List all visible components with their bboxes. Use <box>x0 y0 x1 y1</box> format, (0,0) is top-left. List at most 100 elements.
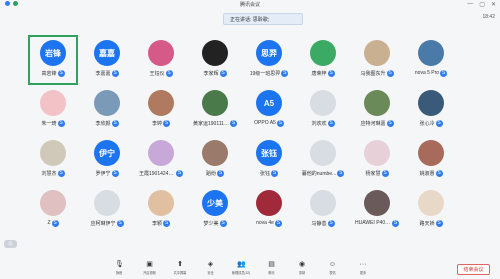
participant-tile[interactable]: 张钰张钰 S <box>247 138 291 182</box>
participant-tile[interactable]: 刘欢欢 S <box>301 88 345 132</box>
muted-mic-badge-icon: S <box>217 169 224 177</box>
avatar: 伊宁 <box>94 140 120 166</box>
muted-mic-badge-icon: S <box>435 169 443 177</box>
toolbar-item-chat[interactable]: ▤ 聊天 <box>261 261 283 275</box>
participant-tile[interactable]: 嘉嘉 李嘉嘉 S <box>85 38 129 82</box>
toolbar-label: 管理成员(32) <box>231 271 251 275</box>
close-button[interactable]: ✕ <box>491 1 496 8</box>
participant-name: 王钰仪 <box>149 70 165 77</box>
participant-name: 张心冷 <box>419 120 435 127</box>
participant-tile[interactable]: 李颖 S <box>139 188 183 232</box>
participant-tile[interactable]: 伊宁罗伊宁 S <box>85 138 129 182</box>
participant-tile[interactable]: 黄家运1901114... S <box>193 88 237 132</box>
toolbar-item-mic[interactable]: 🎙 静音 <box>108 261 130 275</box>
participant-tile[interactable]: 路天娇 S <box>409 188 453 232</box>
muted-mic-badge-icon: S <box>111 169 119 177</box>
participant-tile[interactable]: 唐荣梓 S <box>301 38 345 82</box>
participant-name-row: 李家辉 S <box>193 69 237 77</box>
participant-tile[interactable]: nova 4e S <box>247 188 291 232</box>
speaking-indicator: 正在讲话: 思聆歌; <box>223 13 303 25</box>
participant-tile[interactable]: 少美梦少美 S <box>193 188 237 232</box>
avatar: A5 <box>256 90 282 116</box>
participant-tile[interactable]: A5 OPPO A5 S <box>247 88 291 132</box>
participant-name: 19级一班思羿 <box>249 70 281 77</box>
muted-mic-badge-icon: S <box>57 69 65 77</box>
participant-tile[interactable]: 暮他的numbe... S <box>301 138 345 182</box>
participant-name: 梦少美 <box>203 220 219 227</box>
toolbar-label: 静音 <box>115 271 123 275</box>
avatar <box>94 90 120 116</box>
chat-icon: ▤ <box>268 261 275 268</box>
participant-name-row: 李嘉嘉 S <box>85 69 129 77</box>
muted-mic-badge-icon: S <box>219 219 227 227</box>
toolbar-item-emoji[interactable]: ☺ 表情 <box>322 261 344 275</box>
toolbar-item-share-screen[interactable]: ⬆ 共享屏幕 <box>169 261 191 275</box>
participant-tile[interactable]: nova 5 Pro S <box>409 38 453 82</box>
avatar <box>418 90 444 116</box>
participant-tile[interactable]: 应柯琳伊宁 S <box>85 188 129 232</box>
muted-mic-badge-icon: S <box>219 69 227 77</box>
participant-name: 刘欢欢 <box>311 120 327 127</box>
participant-name-row: 罗伊宁 S <box>85 169 129 177</box>
participant-name-row: OPPO A5 S <box>247 119 291 127</box>
participant-tile[interactable]: HUAWEI P40 P... S <box>355 188 399 232</box>
participant-tile[interactable]: 马我图东升 S <box>355 38 399 82</box>
avatar <box>364 190 390 216</box>
participant-name: 李颖 <box>151 220 162 227</box>
toolbar-item-more[interactable]: ··· 更多 <box>352 261 374 275</box>
members-icon: 👥 <box>237 261 246 268</box>
participant-name-row: 应特河琳嘉 S <box>355 119 399 127</box>
muted-mic-badge-icon: S <box>57 169 65 177</box>
participant-tile[interactable]: 李欣颜 S <box>85 88 129 132</box>
participant-tile[interactable]: 马静善 S <box>301 188 345 232</box>
maximize-button[interactable]: ▢ <box>479 1 485 8</box>
participant-name: 王霞1901424074 <box>139 170 175 177</box>
participant-tile[interactable]: 思羿 19级一班思羿 S <box>247 38 291 82</box>
toolbar-item-members[interactable]: 👥 管理成员(32) <box>230 261 252 275</box>
toolbar-item-camera[interactable]: ▣ 开启视频 <box>139 261 161 275</box>
participant-name-row: 张钰 S <box>247 169 291 177</box>
participant-tile[interactable]: 李婷 S <box>139 88 183 132</box>
participant-tile[interactable]: 岩锋高岩锋 S <box>28 35 78 85</box>
participant-name: OPPO A5 <box>254 120 276 126</box>
minimize-button[interactable]: — <box>467 1 473 8</box>
end-meeting-button[interactable]: 结束会议 <box>457 264 490 275</box>
participant-tile[interactable]: 应特河琳嘉 S <box>355 88 399 132</box>
participant-tile[interactable]: 蹈纷 S <box>193 138 237 182</box>
avatar-initials: 岩锋 <box>45 48 61 58</box>
avatar: 张钰 <box>256 140 282 166</box>
participant-name-row: 应柯琳伊宁 S <box>85 219 129 227</box>
toolbar-label: 更多 <box>359 271 367 275</box>
participant-tile[interactable]: 杨家慧 S <box>355 138 399 182</box>
clock: 18:42 <box>482 14 495 20</box>
participant-tile[interactable]: 李家辉 S <box>193 38 237 82</box>
avatar <box>310 90 336 116</box>
muted-mic-badge-icon: S <box>163 119 170 127</box>
muted-mic-badge-icon: S <box>281 69 289 77</box>
participant-tile[interactable]: 王霞1901424074 S <box>139 138 183 182</box>
muted-mic-badge-icon: S <box>392 219 399 227</box>
toolbar-label: 录制 <box>298 271 306 275</box>
participant-tile[interactable]: 姚淑惠 S <box>409 138 453 182</box>
muted-mic-badge-icon: S <box>111 119 119 127</box>
toolbar-item-record[interactable]: ◉ 录制 <box>291 261 313 275</box>
participant-name: 黄家运1901114... <box>193 120 229 127</box>
participant-tile[interactable]: 朱一琦 S <box>31 88 75 132</box>
participant-tile[interactable]: 王钰仪 S <box>139 38 183 82</box>
avatar <box>148 90 174 116</box>
muted-mic-badge-icon: S <box>327 69 335 77</box>
participant-name-row: 梦少美 S <box>193 219 237 227</box>
layout-toggle-button[interactable]: ⊡ <box>4 240 17 248</box>
avatar: 少美 <box>202 190 228 216</box>
participant-tile[interactable]: 张心冷 S <box>409 88 453 132</box>
avatar <box>310 140 336 166</box>
avatar <box>148 190 174 216</box>
participant-name-row: 朱一琦 S <box>31 119 75 127</box>
participant-tile[interactable]: ZS <box>31 188 75 232</box>
avatar-initials: 思羿 <box>261 48 277 58</box>
toolbar-item-shield[interactable]: ◈ 安全 <box>200 261 222 275</box>
muted-mic-badge-icon: S <box>51 219 59 227</box>
participant-name-row: 高岩锋 S <box>31 69 75 77</box>
avatar-initials: 伊宁 <box>99 148 115 158</box>
participant-tile[interactable]: 刘慧杰 S <box>31 138 75 182</box>
